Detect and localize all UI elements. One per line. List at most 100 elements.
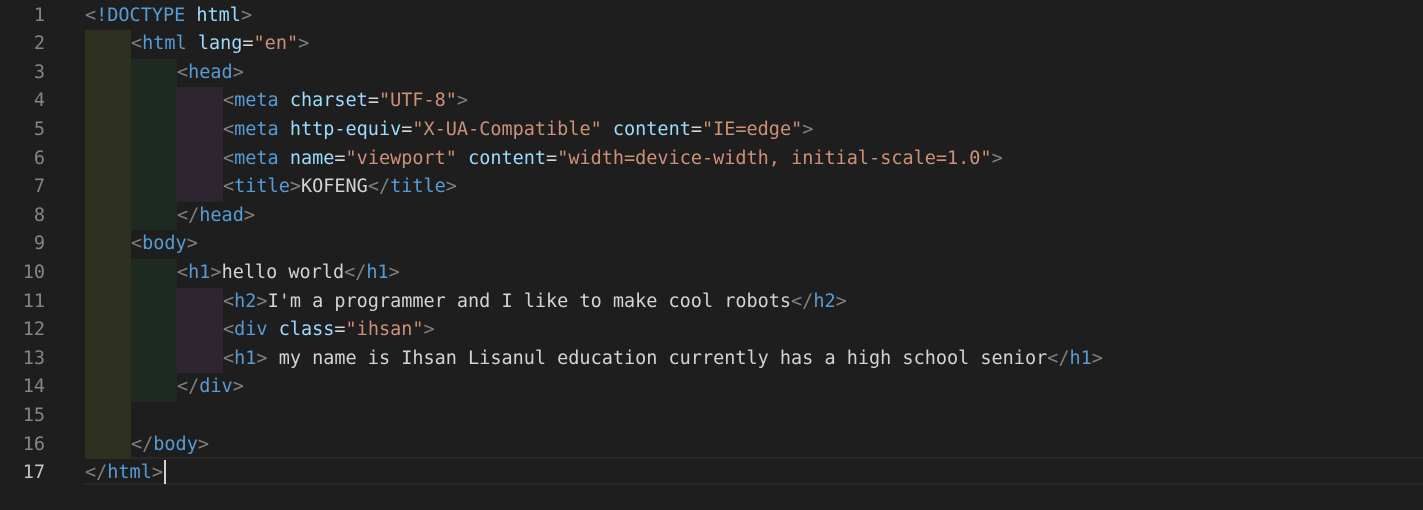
code-token: >	[423, 319, 435, 341]
code-line[interactable]: <meta name="viewport" content="width=dev…	[223, 145, 1003, 174]
code-line[interactable]: <head>	[177, 59, 244, 88]
code-token: meta	[234, 90, 279, 112]
code-token: =	[690, 118, 702, 140]
code-token: >	[240, 4, 253, 26]
code-token: >	[991, 147, 1003, 169]
code-token: <	[177, 61, 189, 83]
line-number: 4	[33, 90, 45, 112]
code-token: KOFENG	[300, 176, 368, 198]
code-token: meta	[234, 118, 279, 140]
code-line[interactable]: <html lang="en">	[131, 30, 309, 59]
code-token: I'm a programmer and I like to make cool…	[267, 290, 792, 312]
code-token: "ihsan"	[345, 319, 424, 341]
line-number: 6	[33, 147, 45, 169]
code-line[interactable]: <meta charset="UTF-8">	[223, 87, 468, 116]
code-token: >	[256, 290, 268, 312]
code-token: div	[199, 376, 233, 398]
code-token: <	[177, 261, 189, 283]
line-number: 16	[22, 433, 45, 455]
code-token: class	[278, 319, 335, 341]
code-token: "IE=edge"	[701, 118, 803, 140]
code-line[interactable]: <meta http-equiv="X-UA-Compatible" conte…	[223, 116, 813, 145]
code-token: >	[835, 290, 847, 312]
code-token: h1	[1069, 347, 1092, 369]
code-token: =	[334, 147, 346, 169]
code-token: >	[197, 433, 209, 455]
code-line[interactable]: </html>	[85, 459, 163, 488]
code-token: "viewport"	[345, 147, 457, 169]
code-token: title	[390, 176, 446, 198]
code-token: body	[153, 433, 198, 455]
code-token: <	[223, 90, 235, 112]
code-token: </	[131, 433, 154, 455]
line-number-gutter: 1 2 3 4 5 6 7 8 9 10 11 12 13 14 15 16 17	[0, 0, 70, 510]
code-line[interactable]: <h1> my name is Ihsan Lisanul education …	[223, 345, 1103, 374]
code-token: body	[142, 233, 187, 255]
code-token: >	[243, 204, 255, 226]
code-token: >	[232, 376, 244, 398]
indent-guide	[131, 258, 177, 402]
code-token: "en"	[253, 33, 299, 55]
code-token: "UTF-8"	[378, 90, 457, 112]
code-token: html	[107, 462, 152, 484]
code-token: head	[188, 61, 233, 83]
indent-guide	[177, 287, 223, 374]
code-token: content	[612, 118, 691, 140]
code-token: lang	[197, 33, 243, 55]
code-token: html	[142, 33, 187, 55]
code-line[interactable]: <body>	[131, 230, 198, 259]
code-token: <	[85, 4, 97, 26]
text-cursor	[164, 460, 166, 484]
code-line[interactable]: </div>	[177, 373, 244, 402]
code-token: </	[85, 462, 108, 484]
line-number: 3	[33, 61, 45, 83]
code-line[interactable]: <div class="ihsan">	[223, 316, 435, 345]
line-number: 1	[33, 4, 45, 26]
code-line[interactable]: <!DOCTYPE html>	[85, 2, 252, 31]
code-line[interactable]: </head>	[177, 202, 255, 231]
line-number: 9	[33, 233, 45, 255]
code-token: <	[223, 147, 235, 169]
code-token: >	[186, 233, 198, 255]
code-token: </	[367, 176, 391, 198]
code-editor[interactable]: 1 2 3 4 5 6 7 8 9 10 11 12 13 14 15 16 17 <!DOCTYPE html…	[0, 0, 1423, 510]
code-token: </	[177, 204, 200, 226]
code-line[interactable]: <h2>I'm a programmer and I like to make …	[223, 288, 847, 317]
code-line[interactable]: <title>KOFENG</title>	[223, 173, 457, 202]
line-number: 17	[22, 462, 45, 484]
code-token: >	[151, 462, 163, 484]
code-token: </	[177, 376, 200, 398]
code-token: <	[223, 319, 235, 341]
indent-guide	[177, 87, 223, 202]
code-token: h1	[366, 261, 389, 283]
code-token: my name is Ihsan Lisanul education curre…	[267, 347, 1048, 369]
code-token: <	[131, 233, 143, 255]
code-token: >	[445, 176, 457, 198]
code-token: hello world	[221, 261, 345, 283]
code-token: </	[344, 261, 367, 283]
code-token: =	[401, 118, 413, 140]
code-token: >	[256, 347, 268, 369]
current-line-highlight	[85, 457, 1423, 485]
line-number: 5	[33, 118, 45, 140]
code-line[interactable]: </body>	[131, 431, 209, 460]
code-token: <	[131, 33, 143, 55]
code-token: title	[234, 176, 290, 198]
code-token: =	[367, 90, 379, 112]
indent-guide	[85, 30, 131, 460]
code-token: =	[334, 319, 346, 341]
code-token: "width=device-width, initial-scale=1.0"	[557, 147, 992, 169]
code-token: >	[456, 90, 469, 112]
code-token: >	[802, 118, 814, 140]
code-line[interactable]: <h1>hello world</h1>	[177, 259, 400, 288]
line-number: 13	[22, 347, 45, 369]
code-token: >	[1091, 347, 1103, 369]
code-token: h1	[234, 347, 257, 369]
code-token: </	[1047, 347, 1070, 369]
